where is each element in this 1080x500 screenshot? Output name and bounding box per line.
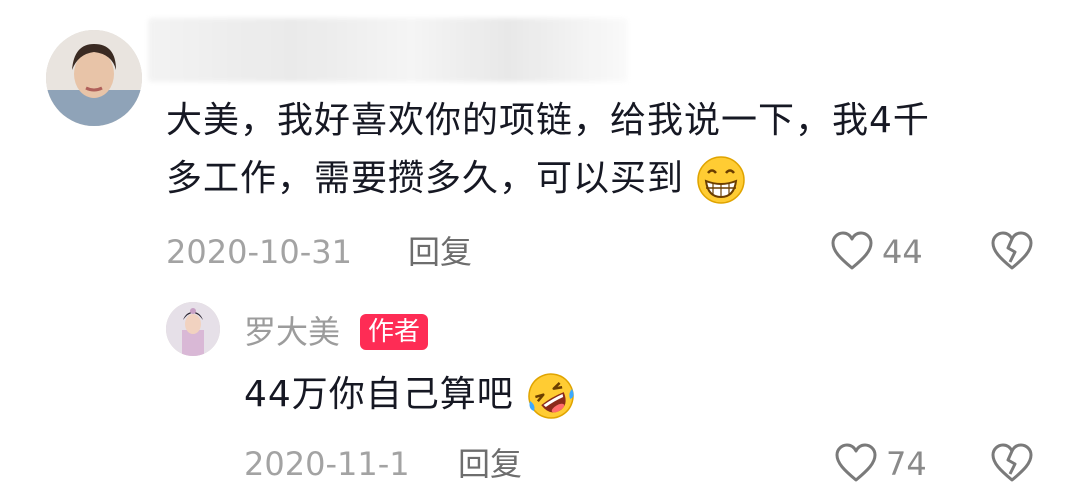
author-name[interactable]: 罗大美	[244, 312, 340, 352]
author-avatar[interactable]	[166, 302, 220, 356]
dislike-broken-heart-icon[interactable]	[990, 230, 1034, 272]
commenter-username-blurred[interactable]	[148, 18, 628, 82]
author-badge: 作者	[360, 314, 429, 350]
grinning-face-emoji-icon	[696, 155, 746, 205]
comment-reply-button[interactable]: 回复	[408, 232, 472, 272]
comment-text-line2: 多工作，需要攒多久，可以买到	[166, 150, 1046, 208]
comment-text-line1: 大美，我好喜欢你的项链，给我说一下，我4千	[166, 100, 930, 141]
reply-date: 2020-11-1	[244, 445, 410, 483]
reply-reply-button[interactable]: 回复	[458, 444, 522, 484]
commenter-avatar[interactable]	[46, 30, 142, 126]
comment-text-line2-content: 多工作，需要攒多久，可以买到	[166, 158, 685, 199]
reply-like-count: 74	[886, 445, 927, 483]
like-heart-icon[interactable]	[834, 442, 878, 484]
reply-text-content: 44万你自己算吧	[244, 374, 514, 415]
comment-text: 大美，我好喜欢你的项链，给我说一下，我4千 多工作，需要攒多久，可以买到	[166, 92, 1046, 208]
reply-text: 44万你自己算吧	[244, 366, 576, 424]
rolling-laughing-emoji-icon	[526, 371, 576, 421]
like-heart-icon[interactable]	[830, 230, 874, 272]
dislike-broken-heart-icon[interactable]	[990, 442, 1034, 484]
comment-date: 2020-10-31	[166, 233, 352, 271]
comment-like-count: 44	[882, 233, 923, 271]
